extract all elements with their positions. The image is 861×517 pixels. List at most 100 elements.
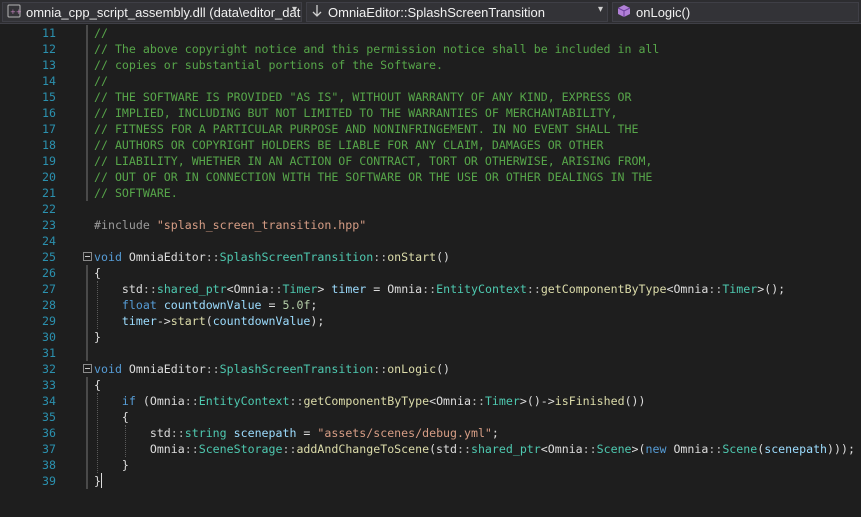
token-punct: :: xyxy=(457,442,471,456)
code-line[interactable]: 37 Omnia::SceneStorage::addAndChangeToSc… xyxy=(0,441,861,457)
code-line[interactable]: 16 // IMPLIED, INCLUDING BUT NOT LIMITED … xyxy=(0,105,861,121)
token-punct: :: xyxy=(268,282,283,296)
code-text: // copies or substantial portions of the… xyxy=(94,57,443,73)
code-text: // OUT OF OR IN CONNECTION WITH THE SOFT… xyxy=(94,169,652,185)
line-number: 36 xyxy=(42,426,56,440)
code-line[interactable]: 31 xyxy=(0,345,861,361)
token-type: Timer xyxy=(484,394,520,408)
code-line[interactable]: 24 xyxy=(0,233,861,249)
token-plain: { xyxy=(94,378,101,392)
code-line[interactable]: 20 // OUT OF OR IN CONNECTION WITH THE SO… xyxy=(0,169,861,185)
code-line[interactable]: 26 { xyxy=(0,265,861,281)
code-line[interactable]: 36 std::string scenepath = "assets/scene… xyxy=(0,425,861,441)
indent-guide xyxy=(97,281,98,329)
code-text: // THE SOFTWARE IS PROVIDED "AS IS", WIT… xyxy=(94,89,631,105)
collapse-onlogic-icon[interactable] xyxy=(83,364,92,373)
token-pre: #include xyxy=(94,218,157,232)
line-number: 23 xyxy=(42,218,56,232)
code-text: void OmniaEditor::SplashScreenTransition… xyxy=(94,361,450,377)
token-punct: :: xyxy=(184,442,199,456)
code-line[interactable]: 23 #include "splash_screen_transition.hpp… xyxy=(0,217,861,233)
code-line[interactable]: 30} xyxy=(0,329,861,345)
token-plain: () xyxy=(436,250,451,264)
code-editor[interactable]: 11 // 12 // The above copyright notice and … xyxy=(0,25,861,517)
line-number: 20 xyxy=(42,170,56,184)
code-line[interactable]: 35 { xyxy=(0,409,861,425)
code-line[interactable]: 22 xyxy=(0,201,861,217)
line-number: 38 xyxy=(42,458,56,472)
code-text: // AUTHORS OR COPYRIGHT HOLDERS BE LIABL… xyxy=(94,137,604,153)
token-punct: :: xyxy=(170,426,185,440)
token-type: Timer xyxy=(282,282,318,296)
code-line[interactable]: 29 timer->start(countdownValue); xyxy=(0,313,861,329)
code-line[interactable]: 19 // LIABILITY, WHETHER IN AN ACTION OF … xyxy=(0,153,861,169)
code-text: #include "splash_screen_transition.hpp" xyxy=(94,217,366,233)
code-text: Omnia::SceneStorage::addAndChangeToScene… xyxy=(94,441,855,457)
code-text: // IMPLIED, INCLUDING BUT NOT LIMITED TO… xyxy=(94,105,618,121)
line-number: 15 xyxy=(42,90,56,104)
token-punct: :: xyxy=(373,362,388,376)
token-func: getComponentByType xyxy=(303,394,430,408)
token-punct: :: xyxy=(289,394,304,408)
token-type: string xyxy=(184,426,227,440)
line-number: 37 xyxy=(42,442,56,456)
token-plain: std xyxy=(94,282,143,296)
code-line[interactable]: 15 // THE SOFTWARE IS PROVIDED "AS IS", W… xyxy=(0,89,861,105)
code-line[interactable]: 38 } xyxy=(0,457,861,473)
code-text: timer->start(countdownValue); xyxy=(94,313,324,329)
token-plain: <Omnia xyxy=(666,282,709,296)
token-type: shared_ptr xyxy=(470,442,541,456)
code-line[interactable]: 33 { xyxy=(0,377,861,393)
line-number: 32 xyxy=(42,362,56,376)
code-line[interactable]: 39} xyxy=(0,473,861,489)
token-punct: :: xyxy=(184,394,199,408)
token-keyword: if xyxy=(121,394,136,408)
code-line[interactable]: 21 // SOFTWARE. xyxy=(0,185,861,201)
token-punct: :: xyxy=(142,282,157,296)
code-line[interactable]: 14 // xyxy=(0,73,861,89)
token-punct: :: xyxy=(205,250,220,264)
token-keyword: void xyxy=(94,250,122,264)
token-plain: = Omnia xyxy=(366,282,423,296)
token-comment: // IMPLIED, INCLUDING BUT NOT LIMITED TO… xyxy=(94,106,618,120)
line-number: 28 xyxy=(42,298,56,312)
code-line[interactable]: 12 // The above copyright notice and this… xyxy=(0,41,861,57)
token-type: Scene xyxy=(596,442,632,456)
member-dropdown[interactable]: onLogic() xyxy=(612,2,859,22)
line-number: 39 xyxy=(42,474,56,488)
token-punct: :: xyxy=(708,442,723,456)
code-line[interactable]: 11 // xyxy=(0,25,861,41)
change-tracking-bar xyxy=(86,25,88,201)
line-number: 33 xyxy=(42,378,56,392)
token-comment: // THE SOFTWARE IS PROVIDED "AS IS", WIT… xyxy=(94,90,632,104)
code-line[interactable]: 27 std::shared_ptr<Omnia::Timer> timer =… xyxy=(0,281,861,297)
code-line[interactable]: 34 if (Omnia::EntityContext::getComponen… xyxy=(0,393,861,409)
line-number: 18 xyxy=(42,138,56,152)
code-text: { xyxy=(94,409,129,425)
token-plain: OmniaEditor xyxy=(121,250,206,264)
code-text: // SOFTWARE. xyxy=(94,185,178,201)
line-number: 26 xyxy=(42,266,56,280)
code-line[interactable]: 13 // copies or substantial portions of t… xyxy=(0,57,861,73)
token-plain: > xyxy=(317,282,332,296)
method-cube-icon xyxy=(617,4,631,21)
line-number: 24 xyxy=(42,234,56,248)
token-plain: ; xyxy=(491,426,499,440)
class-dropdown[interactable]: OmniaEditor::SplashScreenTransition ▾ xyxy=(306,2,608,22)
token-plain: = xyxy=(296,426,318,440)
code-line[interactable]: 17 // FITNESS FOR A PARTICULAR PURPOSE AN… xyxy=(0,121,861,137)
line-number: 21 xyxy=(42,186,56,200)
token-plain: (Omnia xyxy=(135,394,185,408)
token-plain: ); xyxy=(310,314,325,328)
code-line[interactable]: 18 // AUTHORS OR COPYRIGHT HOLDERS BE LIA… xyxy=(0,137,861,153)
code-line[interactable]: 25 void OmniaEditor::SplashScreenTransiti… xyxy=(0,249,861,265)
code-line[interactable]: 32 void OmniaEditor::SplashScreenTransiti… xyxy=(0,361,861,377)
code-line[interactable]: 28 float countdownValue = 5.0f; xyxy=(0,297,861,313)
token-type: Scene xyxy=(722,442,758,456)
token-punct: :: xyxy=(708,282,723,296)
project-dropdown[interactable]: ++ omnia_cpp_script_assembly.dll (data\e… xyxy=(2,2,302,22)
collapse-onstart-icon[interactable] xyxy=(83,252,92,261)
indent-guide xyxy=(125,425,126,457)
